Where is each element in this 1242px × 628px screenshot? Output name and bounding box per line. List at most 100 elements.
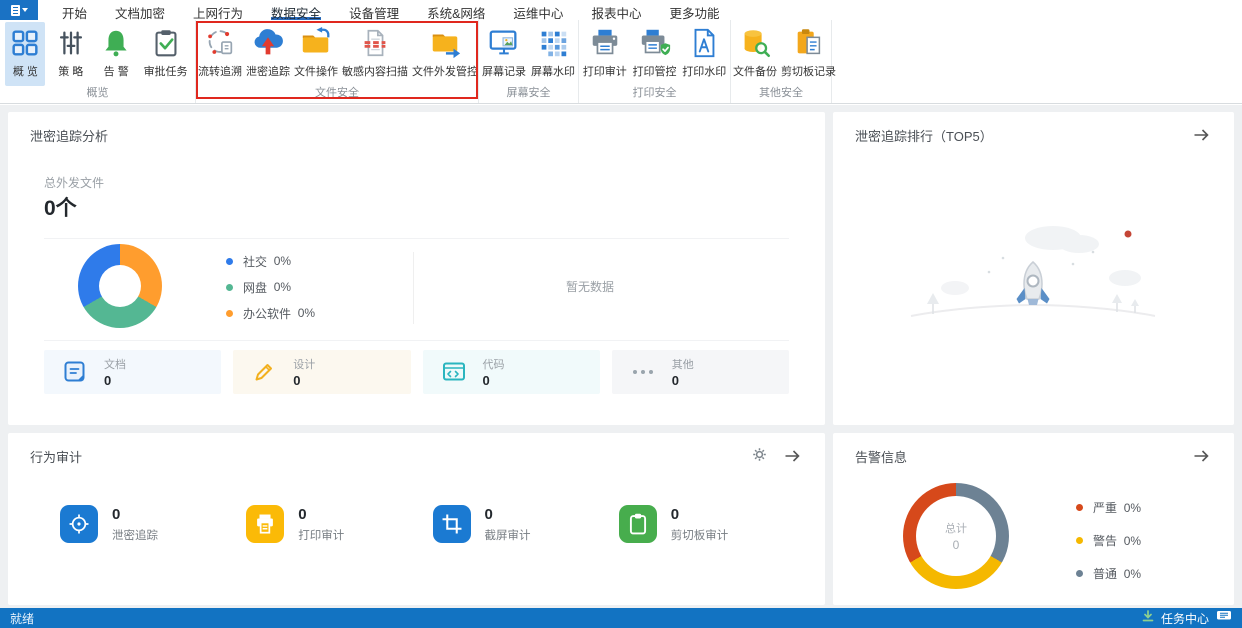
ribbon-group-label: 屏幕安全 bbox=[506, 87, 551, 99]
card-label: 设计 bbox=[293, 359, 316, 371]
ribbon-item-sensitive-content-scan[interactable]: 敏感内容扫描 bbox=[340, 22, 410, 86]
alerts-center-value: 0 bbox=[952, 538, 960, 552]
ribbon-item-label: 文件备份 bbox=[733, 66, 777, 78]
audit-value: 0 bbox=[484, 505, 493, 523]
card-design: 设计 0 bbox=[233, 350, 411, 394]
tab-doc-encryption[interactable]: 文档加密 bbox=[115, 0, 165, 21]
app-logo-icon bbox=[10, 4, 20, 16]
status-ready-text: 就绪 bbox=[10, 611, 35, 626]
ribbon-item-label: 打印审计 bbox=[582, 66, 627, 78]
card-code: 代码 0 bbox=[422, 350, 600, 394]
ribbon-item-approval-tasks[interactable]: 审批任务 bbox=[142, 22, 190, 86]
gear-icon[interactable] bbox=[752, 447, 767, 467]
ribbon-group-print-security: 打印审计 打印管控 打印水印 打印安全 bbox=[579, 20, 731, 103]
ribbon-item-screen-watermark[interactable]: 屏幕水印 bbox=[529, 22, 577, 86]
ribbon-group-label: 概览 bbox=[86, 87, 109, 99]
ribbon-item-policy[interactable]: 策 略 bbox=[51, 22, 91, 86]
ribbon-item-label: 流转追溯 bbox=[198, 66, 242, 78]
legend-label: 严重 bbox=[1093, 501, 1118, 515]
ribbon-item-leak-trace[interactable]: 泄密追踪 bbox=[244, 22, 292, 86]
audit-value: 0 bbox=[298, 505, 307, 523]
tab-system-network[interactable]: 系统&网络 bbox=[427, 0, 485, 21]
document-icon bbox=[62, 359, 88, 385]
tab-ops-center[interactable]: 运维中心 bbox=[513, 0, 563, 21]
legend-item-normal: 普通 0% bbox=[1076, 557, 1141, 590]
ribbon-item-screen-record[interactable]: 屏幕记录 bbox=[480, 22, 528, 86]
legend-label: 社交 bbox=[243, 254, 268, 269]
card-value: 0 bbox=[671, 373, 679, 388]
audit-item-print-audit: 0 打印审计 bbox=[246, 505, 432, 543]
legend-dot-red bbox=[1076, 504, 1083, 511]
legend-value: 0% bbox=[273, 280, 292, 294]
ribbon-group-other-security: 文件备份 剪切板记录 其他安全 bbox=[731, 20, 836, 103]
tab-report-center[interactable]: 报表中心 bbox=[591, 0, 641, 21]
cloud-upload-icon bbox=[250, 25, 286, 61]
dashboard-content: 泄密追踪分析 总外发文件 0个 社交 0% 网盘 0% 办公软件 0% 暂无数据… bbox=[0, 105, 1242, 608]
legend-dot-orange bbox=[226, 309, 233, 317]
arrow-right-icon[interactable] bbox=[1192, 126, 1210, 149]
card-document: 文档 0 bbox=[44, 350, 222, 394]
panel-title: 告警信息 bbox=[855, 450, 908, 465]
audit-item-screenshot-audit: 0 截屏审计 bbox=[432, 505, 619, 543]
ribbon-toolbar: 概 览 策 略 告 警 审批任务 概览 流转追溯 泄密追踪 文件操作 敏感内容扫… bbox=[0, 20, 1242, 104]
ribbon-group-label: 打印安全 bbox=[632, 87, 677, 99]
ribbon-item-circulation-trace[interactable]: 流转追溯 bbox=[196, 22, 244, 86]
tab-web-behavior[interactable]: 上网行为 bbox=[193, 0, 243, 21]
ribbon-group-file-security: 流转追溯 泄密追踪 文件操作 敏感内容扫描 文件外发管控 文件安全 bbox=[196, 20, 479, 103]
card-value: 0 bbox=[293, 373, 301, 388]
divider bbox=[44, 238, 789, 239]
clipboard-doc-icon bbox=[791, 25, 827, 61]
menu-tabs: 开始 文档加密 上网行为 数据安全 设备管理 系统&网络 运维中心 报表中心 更… bbox=[48, 0, 733, 21]
audit-item-clipboard-audit: 0 剪切板审计 bbox=[618, 505, 805, 543]
legend-label: 办公软件 bbox=[243, 306, 292, 321]
ribbon-item-label: 审批任务 bbox=[143, 66, 188, 78]
legend-item-office-software: 办公软件 0% bbox=[226, 300, 315, 326]
ribbon-group-label: 其他安全 bbox=[759, 87, 803, 99]
task-center-label: 任务中心 bbox=[1160, 611, 1209, 626]
audit-label: 剪切板审计 bbox=[670, 529, 729, 542]
ribbon-item-alarm[interactable]: 告 警 bbox=[96, 22, 136, 86]
panel-title: 泄密追踪排行（TOP5） bbox=[855, 129, 993, 144]
ribbon-item-label: 告 警 bbox=[103, 66, 129, 78]
ribbon-item-file-outgoing-control[interactable]: 文件外发管控 bbox=[410, 22, 480, 86]
ribbon-item-label: 打印水印 bbox=[682, 66, 727, 78]
ribbon-item-label: 文件外发管控 bbox=[412, 66, 478, 78]
ribbon-group-overview: 概 览 策 略 告 警 审批任务 概览 bbox=[0, 20, 196, 103]
audit-value: 0 bbox=[670, 505, 680, 523]
task-center-button[interactable]: 任务中心 bbox=[1142, 609, 1232, 627]
download-icon bbox=[1142, 609, 1154, 627]
ribbon-item-clipboard-record[interactable]: 剪切板记录 bbox=[779, 22, 838, 86]
alerts-center-label: 总计 bbox=[945, 523, 967, 535]
legend-label: 警告 bbox=[1093, 534, 1118, 548]
legend-item-warning: 警告 0% bbox=[1076, 524, 1141, 557]
tab-more-features[interactable]: 更多功能 bbox=[669, 0, 719, 21]
app-menu-button[interactable] bbox=[0, 0, 38, 20]
ribbon-item-file-operations[interactable]: 文件操作 bbox=[292, 22, 340, 86]
legend-value: 0% bbox=[1123, 566, 1142, 581]
file-type-cards: 文档 0 设计 0 代码 0 其他 0 bbox=[44, 350, 789, 394]
card-value: 0 bbox=[104, 373, 112, 388]
arrow-right-icon[interactable] bbox=[1192, 447, 1210, 470]
ribbon-item-overview[interactable]: 概 览 bbox=[5, 22, 46, 86]
ribbon-item-print-audit[interactable]: 打印审计 bbox=[581, 22, 629, 86]
sliders-icon bbox=[53, 25, 89, 61]
audit-label: 打印审计 bbox=[298, 529, 345, 542]
pencil-icon bbox=[251, 359, 277, 385]
screen-watermark-icon bbox=[535, 25, 571, 61]
alerts-legend: 严重 0% 警告 0% 普通 0% bbox=[1076, 491, 1141, 590]
ribbon-item-label: 打印管控 bbox=[632, 66, 677, 78]
audit-label: 泄密追踪 bbox=[112, 529, 158, 542]
tab-device-management[interactable]: 设备管理 bbox=[349, 0, 399, 21]
card-label: 文档 bbox=[104, 359, 126, 371]
arrow-right-icon[interactable] bbox=[783, 447, 801, 470]
ribbon-item-print-watermark[interactable]: 打印水印 bbox=[680, 22, 728, 86]
audit-item-leak-trace: 0 泄密追踪 bbox=[60, 505, 246, 543]
ribbon-item-print-control[interactable]: 打印管控 bbox=[631, 22, 679, 86]
panel-alerts: 告警信息 总计 0 严重 0% 警告 0% 普通 0% bbox=[833, 433, 1234, 605]
tab-data-security[interactable]: 数据安全 bbox=[271, 0, 322, 21]
tab-start[interactable]: 开始 bbox=[62, 0, 87, 21]
legend-value: 0% bbox=[1123, 533, 1142, 548]
divider bbox=[44, 340, 789, 341]
document-a-icon bbox=[686, 25, 722, 61]
ribbon-item-file-backup[interactable]: 文件备份 bbox=[731, 22, 779, 86]
